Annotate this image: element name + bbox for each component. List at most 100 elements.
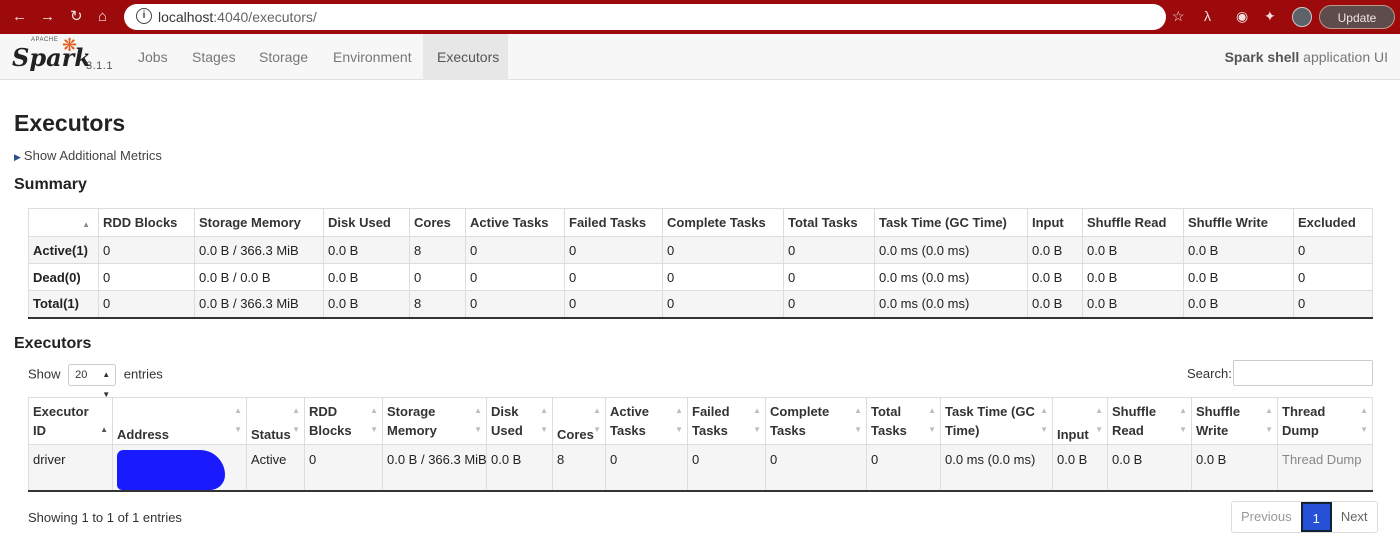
sort-icon: ▲ ▼ — [928, 406, 936, 434]
table-cell: 8 — [552, 444, 606, 491]
update-button[interactable]: Update — [1319, 5, 1395, 29]
tab-stages[interactable]: Stages — [178, 34, 250, 80]
puzzle-extensions-icon[interactable]: ✦ — [1264, 8, 1276, 25]
profile-avatar[interactable] — [1292, 7, 1312, 27]
url-text: localhost:4040/executors/ — [158, 9, 317, 25]
tab-storage[interactable]: Storage — [245, 34, 322, 80]
table-cell: 0 — [304, 444, 383, 491]
page-1-button[interactable]: 1 — [1300, 502, 1332, 532]
page-length-select[interactable]: 20 ▲ ▼ — [68, 364, 117, 399]
summary-header-cell[interactable]: Input — [1027, 208, 1083, 237]
summary-header-cell[interactable]: Shuffle Read — [1082, 208, 1184, 237]
table-cell: 0 — [564, 290, 663, 318]
table-cell: 0 — [866, 444, 941, 491]
sort-asc-icon: ▲ — [82, 220, 90, 229]
table-cell: 0.0 B / 0.0 B — [194, 263, 324, 291]
sort-icon: ▲ ▼ — [1265, 406, 1273, 434]
executors-header-cell[interactable]: Total Tasks ▲ ▼ — [866, 397, 941, 445]
summary-header-cell[interactable]: Task Time (GC Time) — [874, 208, 1028, 237]
table-cell: 0 — [564, 263, 663, 291]
table-cell: 0.0 B / 366.3 MiB — [382, 444, 487, 491]
executors-heading: Executors — [14, 335, 92, 352]
executors-header-cell[interactable]: Input ▲ ▼ — [1052, 397, 1108, 445]
table-cell: 0.0 B — [1082, 236, 1184, 264]
executors-header-cell[interactable]: Thread Dump ▲ ▼ — [1277, 397, 1373, 445]
summary-header-cell[interactable]: RDD Blocks — [98, 208, 195, 237]
summary-header-cell[interactable]: Disk Used — [323, 208, 410, 237]
spark-star-icon: ❋ — [62, 35, 78, 55]
back-icon[interactable]: ← — [12, 8, 27, 26]
summary-heading: Summary — [14, 176, 87, 193]
table-cell: 0 — [765, 444, 867, 491]
table-cell: 0 — [98, 263, 195, 291]
search-input[interactable] — [1233, 360, 1373, 386]
executors-header-cell[interactable]: Disk Used ▲ ▼ — [486, 397, 553, 445]
executors-header-cell[interactable]: Shuffle Read ▲ ▼ — [1107, 397, 1192, 445]
summary-header-cell[interactable]: ▲ — [28, 208, 99, 237]
summary-header-cell[interactable]: Complete Tasks — [662, 208, 784, 237]
sort-icon: ▲ ▼ — [753, 406, 761, 434]
executors-header-cell[interactable]: Failed Tasks ▲ ▼ — [687, 397, 766, 445]
table-cell: 0.0 B — [323, 236, 410, 264]
summary-header-cell[interactable]: Storage Memory — [194, 208, 324, 237]
forward-icon[interactable]: → — [40, 8, 55, 26]
summary-header-cell[interactable]: Excluded — [1293, 208, 1373, 237]
executors-header-cell[interactable]: Address ▲ ▼ — [112, 397, 247, 445]
executors-header-cell[interactable]: Storage Memory ▲ ▼ — [382, 397, 487, 445]
table-cell: 0 — [662, 290, 784, 318]
sort-asc-icon: ▲ — [100, 425, 108, 434]
summary-header-cell[interactable]: Shuffle Write — [1183, 208, 1294, 237]
bookmark-star-icon[interactable]: ☆ — [1172, 8, 1185, 25]
summary-header-cell[interactable]: Active Tasks — [465, 208, 565, 237]
app-name: Spark shell application UI — [1224, 49, 1388, 65]
caret-right-icon: ▶ — [14, 152, 21, 162]
sort-icon: ▲ ▼ — [540, 406, 548, 434]
redacted-address — [117, 450, 225, 490]
executors-header-cell[interactable]: Cores ▲ ▼ — [552, 397, 606, 445]
sort-icon: ▲ ▼ — [1360, 406, 1368, 434]
thread-dump-link[interactable]: Thread Dump — [1277, 444, 1373, 491]
table-cell: 0.0 ms (0.0 ms) — [874, 236, 1028, 264]
executors-header-cell[interactable]: Executor ID ▲ — [28, 397, 113, 445]
next-page-button[interactable]: Next — [1332, 502, 1377, 532]
table-row: Dead(0) 0 0.0 B / 0.0 B 0.0 B 0 0 0 0 0 … — [28, 263, 1373, 291]
table-cell: 0.0 B — [1027, 263, 1083, 291]
summary-header-cell[interactable]: Failed Tasks — [564, 208, 663, 237]
page-title: Executors — [14, 110, 126, 136]
search-label: Search: — [1187, 366, 1232, 381]
table-cell: Active — [246, 444, 305, 491]
address-cell — [112, 444, 247, 491]
tab-executors[interactable]: Executors — [423, 34, 508, 80]
table-cell: 0.0 B — [323, 263, 410, 291]
sort-icon: ▲ ▼ — [292, 406, 300, 434]
extension-icon[interactable]: ◉ — [1236, 8, 1248, 25]
executors-header-cell[interactable]: Complete Tasks ▲ ▼ — [765, 397, 867, 445]
summary-header-cell[interactable]: Cores — [409, 208, 466, 237]
table-cell: 0.0 B — [323, 290, 410, 318]
home-icon[interactable]: ⌂ — [98, 8, 107, 26]
table-cell: 0 — [409, 263, 466, 291]
executors-header-cell[interactable]: RDD Blocks ▲ ▼ — [304, 397, 383, 445]
executors-header-cell[interactable]: Status ▲ ▼ — [246, 397, 305, 445]
tab-jobs[interactable]: Jobs — [124, 34, 182, 80]
executors-header-cell[interactable]: Active Tasks ▲ ▼ — [605, 397, 688, 445]
table-cell: 0 — [465, 263, 565, 291]
table-cell: 0.0 ms (0.0 ms) — [940, 444, 1053, 491]
executors-header-cell[interactable]: Task Time (GC Time) ▲ ▼ — [940, 397, 1053, 445]
show-additional-metrics-toggle[interactable]: ▶ Show Additional Metrics — [14, 148, 162, 163]
site-info-icon[interactable]: i — [136, 8, 152, 24]
tab-environment[interactable]: Environment — [319, 34, 426, 80]
previous-page-button[interactable]: Previous — [1232, 502, 1301, 532]
table-cell: 0 — [465, 290, 565, 318]
acrobat-extension-icon[interactable]: λ — [1204, 8, 1211, 24]
table-cell: 0 — [783, 290, 875, 318]
reload-icon[interactable]: ↻ — [70, 8, 83, 26]
summary-header-cell[interactable]: Total Tasks — [783, 208, 875, 237]
table-cell: 0 — [662, 236, 784, 264]
table-cell: 0.0 B — [1052, 444, 1108, 491]
table-cell: 0 — [687, 444, 766, 491]
address-bar[interactable]: i localhost:4040/executors/ — [124, 4, 1166, 30]
executors-header-cell[interactable]: Shuffle Write ▲ ▼ — [1191, 397, 1278, 445]
table-cell: 0 — [98, 290, 195, 318]
executors-table: Executor ID ▲ Address ▲ ▼ Status ▲ ▼ RDD Bloc… — [28, 397, 1373, 492]
